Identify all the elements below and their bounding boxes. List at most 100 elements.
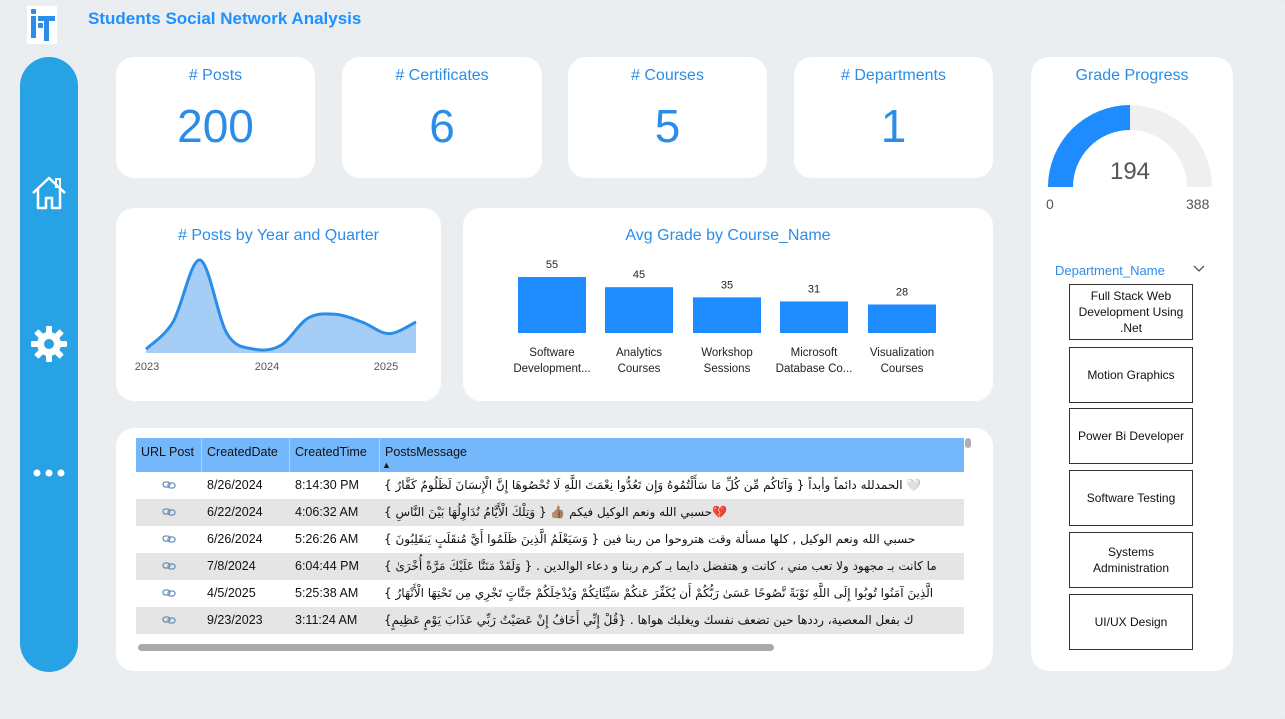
x-tick-label: 2023 (135, 361, 159, 373)
column-header-posts-message[interactable]: PostsMessage ▲ (380, 438, 964, 472)
column-header-created-date[interactable]: CreatedDate (202, 438, 290, 472)
kpi-card-certificates: # Certificates 6 (342, 57, 542, 178)
link-icon[interactable] (162, 507, 176, 517)
bar-value-label: 35 (721, 279, 733, 291)
bar-value-label: 28 (896, 286, 908, 298)
area-fill (146, 259, 416, 353)
cell-created-date: 6/26/2024 (207, 532, 263, 546)
more-icon[interactable] (29, 453, 69, 493)
kpi-label: # Posts (188, 67, 243, 84)
table-row[interactable]: 7/8/2024 6:04:44 PM ما كانت بـ مجهود ولا ت… (136, 553, 964, 580)
column-header-label: PostsMessage (385, 445, 467, 459)
home-icon[interactable] (29, 173, 69, 213)
category-line: Software (529, 347, 575, 359)
posts-area-chart: 2023 2024 2025 (135, 258, 417, 373)
cell-created-date: 7/8/2024 (207, 559, 256, 573)
app-logo-icon (27, 6, 57, 44)
gauge-value: 194 (1109, 158, 1151, 185)
bar[interactable] (518, 277, 586, 333)
category-line: Workshop (701, 347, 753, 359)
link-icon[interactable] (162, 588, 176, 598)
cell-created-time: 8:14:30 PM (295, 478, 359, 492)
posts-table[interactable]: URL Post CreatedDate CreatedTime PostsMe… (136, 438, 964, 638)
link-icon[interactable] (162, 480, 176, 490)
category-line: Analytics (615, 347, 663, 359)
kpi-value: 6 (429, 100, 455, 152)
kpi-card-courses: # Courses 5 (568, 57, 767, 178)
cell-created-date: 9/23/2023 (207, 613, 263, 627)
kpi-value: 200 (177, 100, 254, 152)
bar-value-label: 55 (546, 259, 558, 271)
table-row[interactable]: 9/23/2023 3:11:24 AM ك بفعل المعصية، رددها… (136, 607, 964, 634)
table-row[interactable]: 6/26/2024 5:26:26 AM حسبي الله ونعم الوكيل… (136, 526, 964, 553)
bar[interactable] (780, 301, 848, 333)
slicer-item-ui-ux-design[interactable]: UI/UX Design (1069, 594, 1193, 650)
dashboard-page: Students Social Network Analysis # Posts… (0, 0, 1285, 719)
slicer-item-power-bi[interactable]: Power Bi Developer (1069, 408, 1193, 464)
kpi-value: 5 (654, 100, 681, 152)
table-row[interactable]: 4/5/2025 5:25:38 AM الَّذِينَ آمَنُوا تُوب… (136, 580, 964, 607)
category-line: Microsoft (790, 347, 838, 359)
bar-category-label: Software Development... (510, 345, 594, 377)
cell-posts-message: حسبي الله ونعم الوكيل , كلها مسألة وقت ه… (384, 532, 916, 546)
cell-created-date: 6/22/2024 (207, 505, 263, 519)
cell-created-date: 8/26/2024 (207, 478, 263, 492)
kpi-card-departments: # Departments 1 (794, 57, 993, 178)
gauge-max-label: 388 (1186, 196, 1210, 212)
kpi-label: # Certificates (395, 67, 489, 84)
table-row[interactable]: 8/26/2024 8:14:30 PM 🤍 الحمدلله دائماً وأب… (136, 472, 964, 499)
bar-category-label: Visualization Courses (860, 345, 944, 377)
category-line: Development... (513, 363, 591, 375)
x-tick-label: 2024 (255, 361, 279, 373)
column-header-created-time[interactable]: CreatedTime (290, 438, 380, 472)
app-title: Students Social Network Analysis (88, 9, 362, 28)
kpi-value: 1 (880, 100, 907, 152)
gauge-min-label: 0 (1046, 196, 1054, 212)
category-line: Sessions (703, 363, 751, 375)
bar-value-label: 45 (633, 269, 645, 281)
link-icon[interactable] (162, 615, 176, 625)
category-line: Database Co... (775, 363, 853, 375)
bar-category-label: Analytics Courses (597, 345, 681, 377)
bar[interactable] (868, 304, 936, 333)
x-tick-label: 2025 (374, 361, 398, 373)
cell-posts-message: 💔حسبي الله ونعم الوكيل فيكم 👍🏽 { وَتِلْك… (384, 505, 728, 519)
cell-posts-message: ما كانت بـ مجهود ولا تعب مني ، كانت و هت… (384, 559, 937, 573)
category-line: Courses (617, 363, 661, 375)
cell-posts-message: الَّذِينَ آمَنُوا تُوبُوا إِلَى اللَّهِ … (384, 586, 934, 600)
bar[interactable] (693, 297, 761, 333)
category-line: Visualization (869, 347, 935, 359)
cell-posts-message: ك بفعل المعصية، رددها حين تضعف نفسك ويغل… (384, 613, 914, 627)
horizontal-scrollbar[interactable] (138, 644, 774, 651)
link-icon[interactable] (162, 534, 176, 544)
table-row[interactable]: 6/22/2024 4:06:32 AM 💔حسبي الله ونعم الوكي… (136, 499, 964, 526)
category-line: Courses (880, 363, 924, 375)
bar-category-label: Workshop Sessions (685, 345, 769, 377)
kpi-card-posts: # Posts 200 (116, 57, 315, 178)
link-icon[interactable] (162, 561, 176, 571)
cell-created-time: 3:11:24 AM (295, 613, 358, 627)
chevron-down-icon[interactable] (1193, 265, 1205, 273)
slicer-item-software-testing[interactable]: Software Testing (1069, 470, 1193, 526)
cell-created-date: 4/5/2025 (207, 586, 256, 600)
cell-created-time: 5:25:38 AM (295, 586, 359, 600)
cell-posts-message: 🤍 الحمدلله دائماً وأبداً { وَآتَاكُم مِّ… (384, 478, 922, 492)
gauge-title: Grade Progress (1075, 67, 1189, 84)
cell-created-time: 6:04:44 PM (295, 559, 359, 573)
bar-category-label: Microsoft Database Co... (772, 345, 856, 377)
slicer-item-systems-administration[interactable]: Systems Administration (1069, 532, 1193, 588)
table-header: URL Post CreatedDate CreatedTime PostsMe… (136, 438, 964, 472)
cell-created-time: 5:26:26 AM (295, 532, 359, 546)
slicer-item-motion-graphics[interactable]: Motion Graphics (1069, 347, 1193, 403)
slicer-title: Department_Name (1055, 263, 1165, 278)
sidebar (20, 57, 78, 672)
bar-value-label: 31 (808, 283, 820, 295)
avg-grade-card: Avg Grade by Course_Name 55 45 35 31 28 Soft… (463, 208, 993, 401)
bar[interactable] (605, 287, 673, 333)
kpi-label: # Departments (841, 67, 946, 84)
slicer-item-full-stack[interactable]: Full Stack Web Development Using .Net (1069, 284, 1193, 340)
vertical-scrollbar[interactable] (965, 438, 971, 448)
kpi-label: # Courses (631, 67, 704, 84)
gear-icon[interactable] (29, 324, 69, 364)
column-header-url-post[interactable]: URL Post (136, 438, 202, 472)
